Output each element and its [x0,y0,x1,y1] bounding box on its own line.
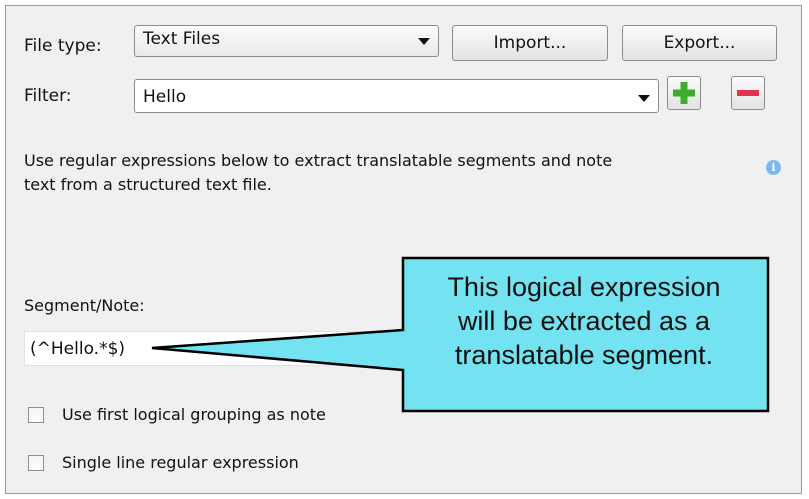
callout-line-3: translatable segment. [454,340,714,370]
callout-line-2: will be extracted as a [457,306,711,336]
callout-text: This logical expression will be extracte… [408,270,760,372]
callout-bubble [151,256,770,413]
callout-line-1: This logical expression [447,272,721,302]
